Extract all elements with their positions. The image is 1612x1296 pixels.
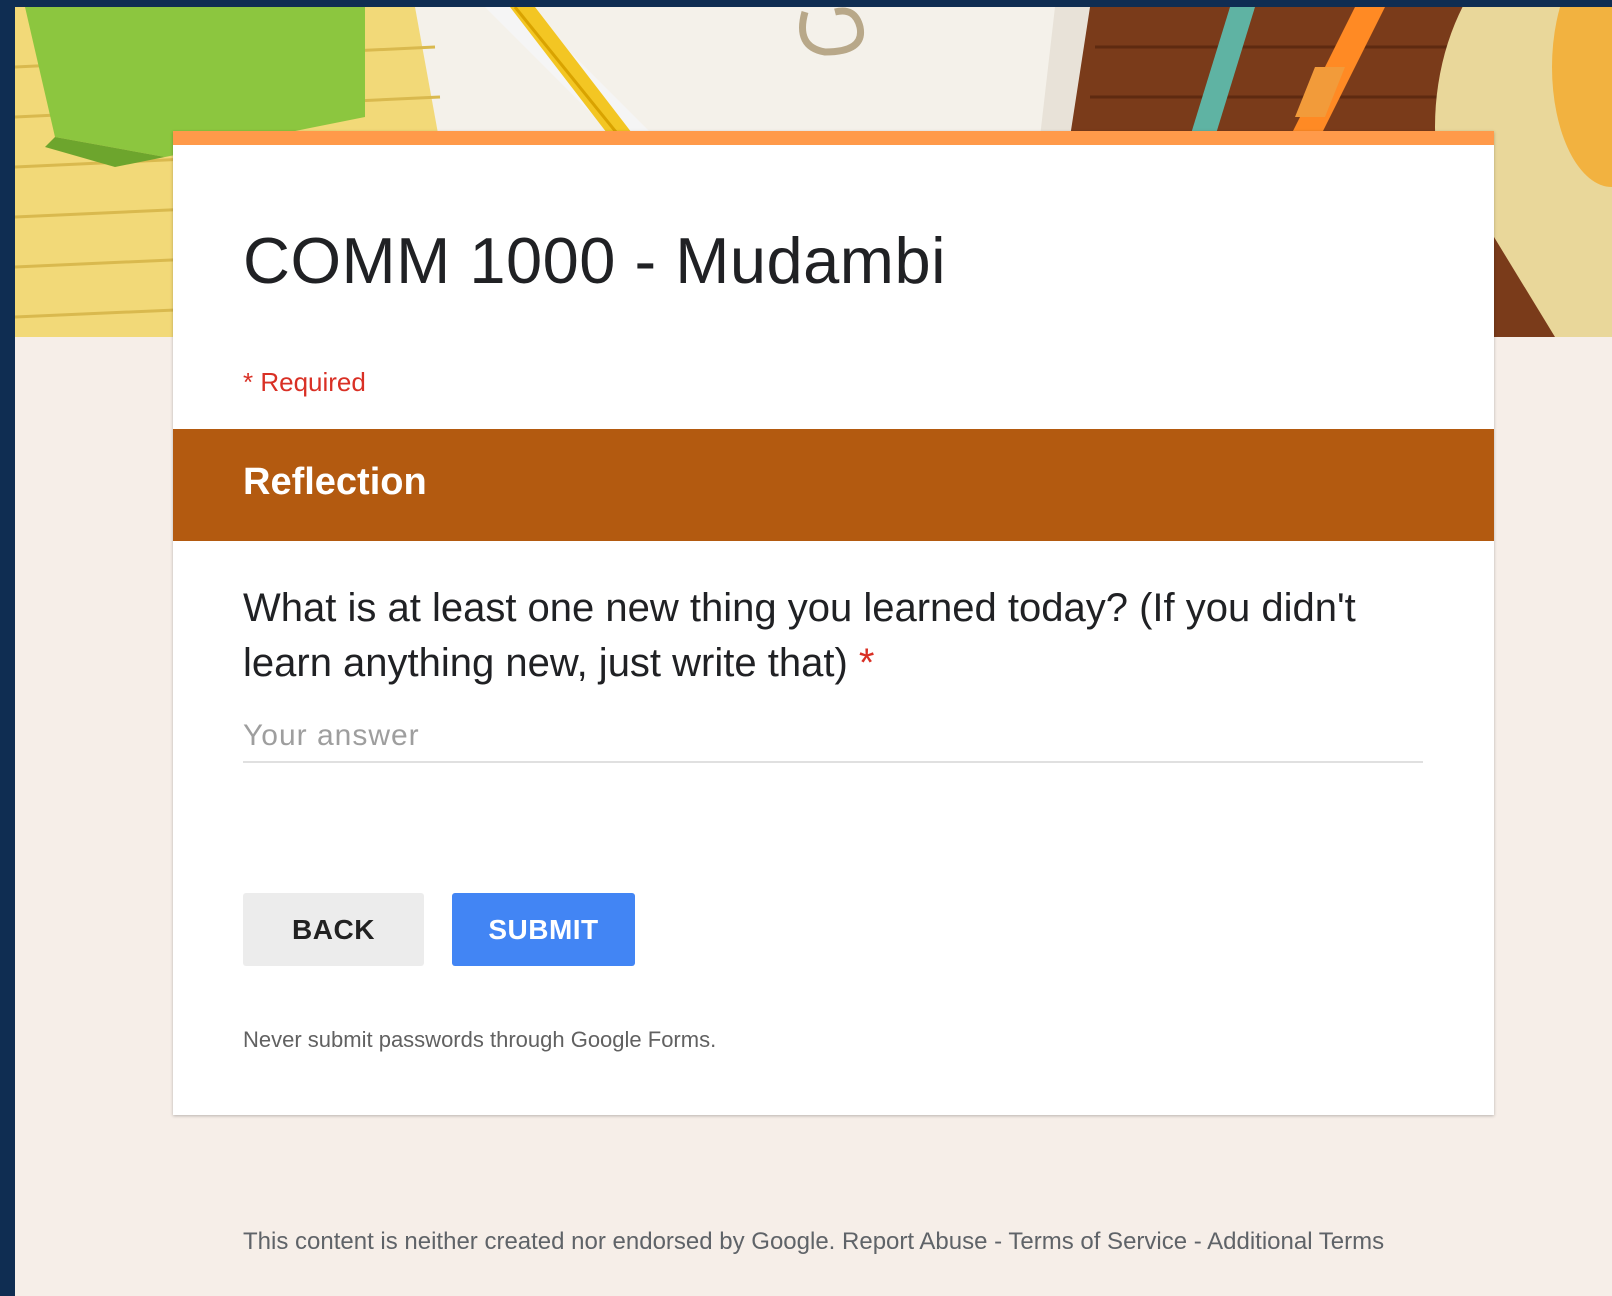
- question-block: What is at least one new thing you learn…: [173, 541, 1494, 1115]
- report-abuse-link[interactable]: Report Abuse: [842, 1228, 987, 1255]
- required-asterisk: *: [858, 641, 875, 685]
- footer-disclaimer: This content is neither created nor endo…: [243, 1228, 836, 1255]
- required-note: * Required: [243, 367, 366, 397]
- form-card: COMM 1000 - Mudambi * Required Reflectio…: [173, 131, 1494, 1115]
- question-text: What is at least one new thing you learn…: [243, 586, 1356, 685]
- footer-separator: -: [1187, 1228, 1208, 1255]
- accent-top-bar: [173, 131, 1494, 145]
- additional-terms-link[interactable]: Additional Terms: [1207, 1228, 1384, 1255]
- pencil-illustration: [485, 7, 655, 138]
- question-label: What is at least one new thing you learn…: [243, 581, 1423, 691]
- section-header: Reflection: [173, 429, 1494, 541]
- terms-of-service-link[interactable]: Terms of Service: [1008, 1228, 1187, 1255]
- footer: This content is neither created nor endo…: [243, 1228, 1384, 1256]
- answer-input[interactable]: [243, 711, 1423, 763]
- password-warning: Never submit passwords through Google Fo…: [243, 1027, 717, 1052]
- form-header: COMM 1000 - Mudambi * Required: [173, 145, 1494, 429]
- form-page: COMM 1000 - Mudambi * Required Reflectio…: [15, 7, 1612, 1296]
- section-title: Reflection: [243, 461, 427, 503]
- form-title: COMM 1000 - Mudambi: [243, 224, 947, 297]
- submit-button[interactable]: SUBMIT: [452, 893, 635, 966]
- paperclip-illustration: [799, 7, 865, 56]
- back-button[interactable]: BACK: [243, 893, 424, 966]
- footer-separator: -: [987, 1228, 1009, 1255]
